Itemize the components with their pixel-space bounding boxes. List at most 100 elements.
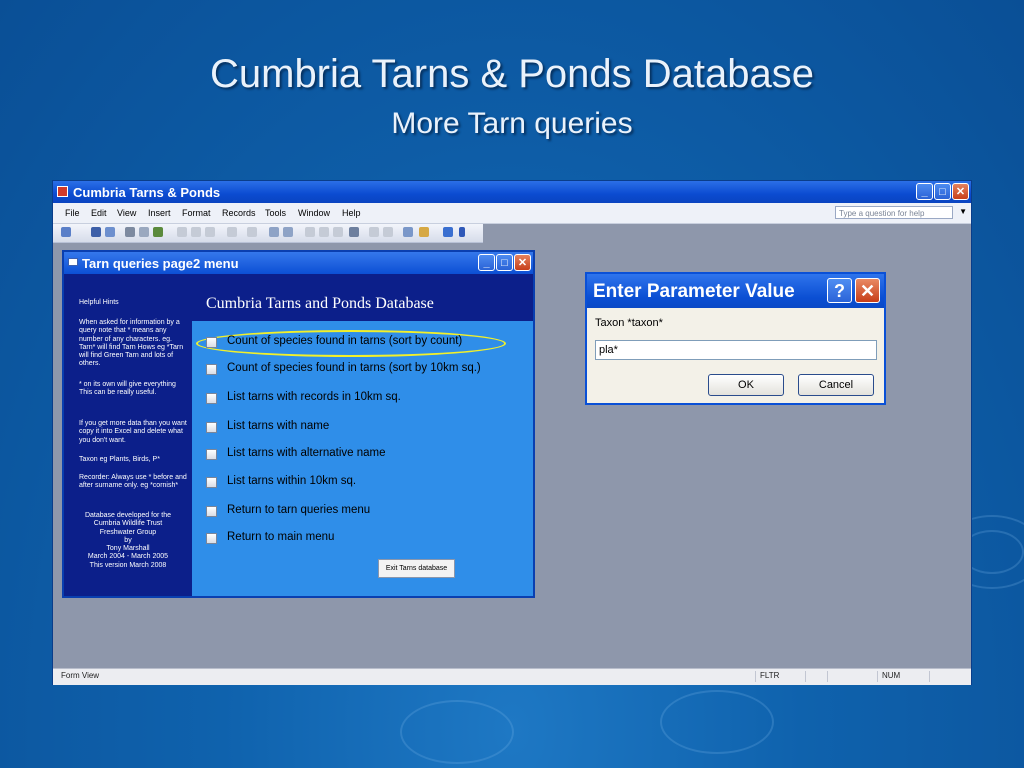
slide-subtitle: More Tarn queries [391, 107, 633, 140]
access-main-window: Cumbria Tarns & Ponds _ □ ✕ File Edit View… [52, 180, 972, 685]
menu-records[interactable]: Records [222, 208, 256, 218]
access-app-icon[interactable] [57, 186, 68, 197]
hyperlink-icon[interactable] [247, 227, 257, 237]
delete-record-icon[interactable] [383, 227, 393, 237]
copy-icon[interactable] [191, 227, 201, 237]
database-header: Cumbria Tarns and Ponds Database [192, 274, 533, 321]
close-icon[interactable]: ✕ [952, 183, 969, 200]
apply-filter-icon[interactable] [333, 227, 343, 237]
find-icon[interactable] [349, 227, 359, 237]
menu-file[interactable]: File [65, 208, 80, 218]
search-file-icon[interactable] [105, 227, 115, 237]
option-button[interactable] [206, 533, 217, 544]
dialog-title: Enter Parameter Value [593, 281, 795, 302]
option-button[interactable] [206, 337, 217, 348]
database-title: Cumbria Tarns and Ponds Database [206, 295, 434, 312]
menu-format[interactable]: Format [182, 208, 211, 218]
toolbar [53, 224, 483, 243]
maximize-icon[interactable]: □ [934, 183, 951, 200]
credit-line: Freshwater Group [99, 528, 157, 536]
maximize-icon[interactable]: □ [496, 254, 513, 271]
new-object-icon[interactable] [419, 227, 429, 237]
filter-form-icon[interactable] [319, 227, 329, 237]
menu-window[interactable]: Window [298, 208, 330, 218]
option-button[interactable] [206, 364, 217, 375]
ripple-decoration [660, 690, 774, 754]
paste-icon[interactable] [205, 227, 215, 237]
undo-icon[interactable] [227, 227, 237, 237]
credit-line: Tony Marshall [106, 545, 150, 553]
menu-view[interactable]: View [117, 208, 136, 218]
menu-tools[interactable]: Tools [265, 208, 286, 218]
option-label: Return to tarn queries menu [227, 504, 371, 516]
option-label: Count of species found in tarns (sort by… [227, 335, 463, 347]
menu-insert[interactable]: Insert [148, 208, 171, 218]
sort-ascending-icon[interactable] [269, 227, 279, 237]
form-body: Count of species found in tarns (sort by… [192, 321, 533, 596]
minimize-icon[interactable]: _ [478, 254, 495, 271]
parameter-dialog: Enter Parameter Value ? ✕ Taxon *taxon* … [585, 272, 886, 405]
spelling-icon[interactable] [153, 227, 163, 237]
option-label: List tarns within 10km sq. [227, 475, 357, 487]
hint-text: When asked for information by a query no… [79, 319, 184, 368]
option-button[interactable] [206, 422, 217, 433]
toolbar-options-icon[interactable] [459, 227, 465, 237]
form-title: Tarn queries page2 menu [82, 256, 239, 271]
help-icon[interactable] [443, 227, 453, 237]
status-cell-empty [827, 671, 832, 682]
credit-line: Database developed for the [84, 512, 171, 519]
credit-line: This version March 2008 [89, 561, 167, 569]
print-preview-icon[interactable] [139, 227, 149, 237]
statusbar: Form View FLTR NUM [53, 668, 971, 685]
help-search-input[interactable]: Type a question for help [835, 206, 953, 219]
option-button[interactable] [206, 477, 217, 488]
credits: Database developed for the Cumbria Wildl… [67, 512, 189, 570]
app-title: Cumbria Tarns & Ponds [73, 185, 221, 200]
minimize-icon[interactable]: _ [916, 183, 933, 200]
hint-text: If you get more data than you want copy … [79, 420, 187, 444]
ok-button[interactable]: OK [708, 374, 784, 396]
form-window: Tarn queries page2 menu _ □ ✕ Helpful Hint… [62, 250, 535, 598]
close-icon[interactable]: ✕ [514, 254, 531, 271]
ripple-decoration [400, 700, 514, 764]
hint-text: * on its own will give everything This c… [79, 381, 176, 397]
view-icon[interactable] [61, 227, 71, 237]
slide-title: Cumbria Tarns & Ponds Database [209, 52, 815, 96]
menu-edit[interactable]: Edit [91, 208, 107, 218]
status-filter: FLTR [755, 671, 779, 682]
filter-selection-icon[interactable] [305, 227, 315, 237]
chevron-down-icon[interactable]: ▼ [959, 207, 967, 216]
option-button[interactable] [206, 393, 217, 404]
help-icon[interactable]: ? [827, 278, 852, 303]
parameter-prompt: Taxon *taxon* [595, 317, 663, 329]
database-window-icon[interactable] [403, 227, 413, 237]
option-label: List tarns with alternative name [227, 447, 386, 459]
option-button[interactable] [206, 506, 217, 517]
cut-icon[interactable] [177, 227, 187, 237]
option-label: Return to main menu [227, 531, 335, 543]
status-view: Form View [61, 671, 100, 680]
option-label: Count of species found in tarns (sort by… [227, 362, 481, 374]
parameter-input[interactable] [595, 340, 877, 360]
save-icon[interactable] [91, 227, 101, 237]
exit-database-button[interactable]: Exit Tarns database [378, 559, 455, 578]
form-titlebar[interactable]: Tarn queries page2 menu _ □ ✕ [64, 252, 533, 274]
credit-line: March 2004 - March 2005 [87, 553, 169, 561]
cancel-button[interactable]: Cancel [798, 374, 874, 396]
new-record-icon[interactable] [369, 227, 379, 237]
hints-title: Helpful Hints [79, 299, 119, 306]
dialog-titlebar[interactable]: Enter Parameter Value ? ✕ [587, 274, 884, 308]
status-cell-empty [805, 671, 810, 682]
form-icon [68, 258, 78, 266]
hints-panel: Helpful Hints When asked for information… [64, 274, 192, 596]
app-titlebar[interactable]: Cumbria Tarns & Ponds _ □ ✕ [53, 181, 971, 203]
option-button[interactable] [206, 449, 217, 460]
hint-text: Taxon eg Plants, Birds, P* [79, 456, 160, 463]
credit-line: by [124, 536, 132, 544]
close-icon[interactable]: ✕ [855, 278, 880, 303]
print-icon[interactable] [125, 227, 135, 237]
menu-help[interactable]: Help [342, 208, 361, 218]
credit-line: Cumbria Wildlife Trust [93, 520, 163, 528]
option-label: List tarns with name [227, 420, 330, 432]
sort-descending-icon[interactable] [283, 227, 293, 237]
